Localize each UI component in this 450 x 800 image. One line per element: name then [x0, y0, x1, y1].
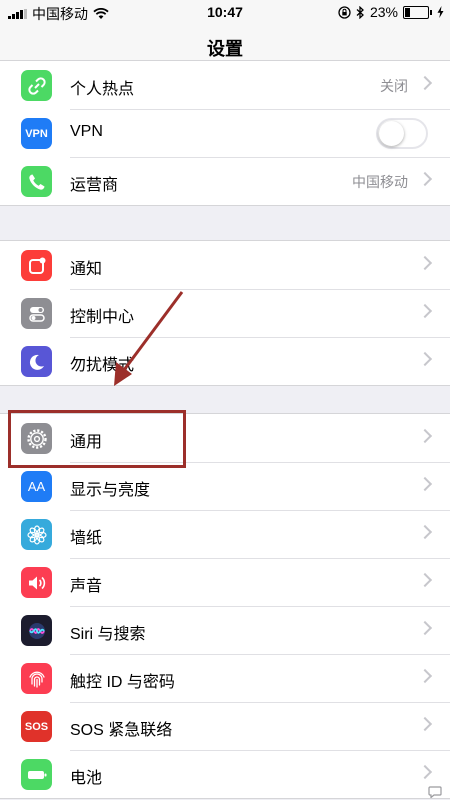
watermark [428, 786, 442, 798]
chat-bubble-icon [428, 786, 442, 798]
annotation-arrow [114, 291, 184, 386]
